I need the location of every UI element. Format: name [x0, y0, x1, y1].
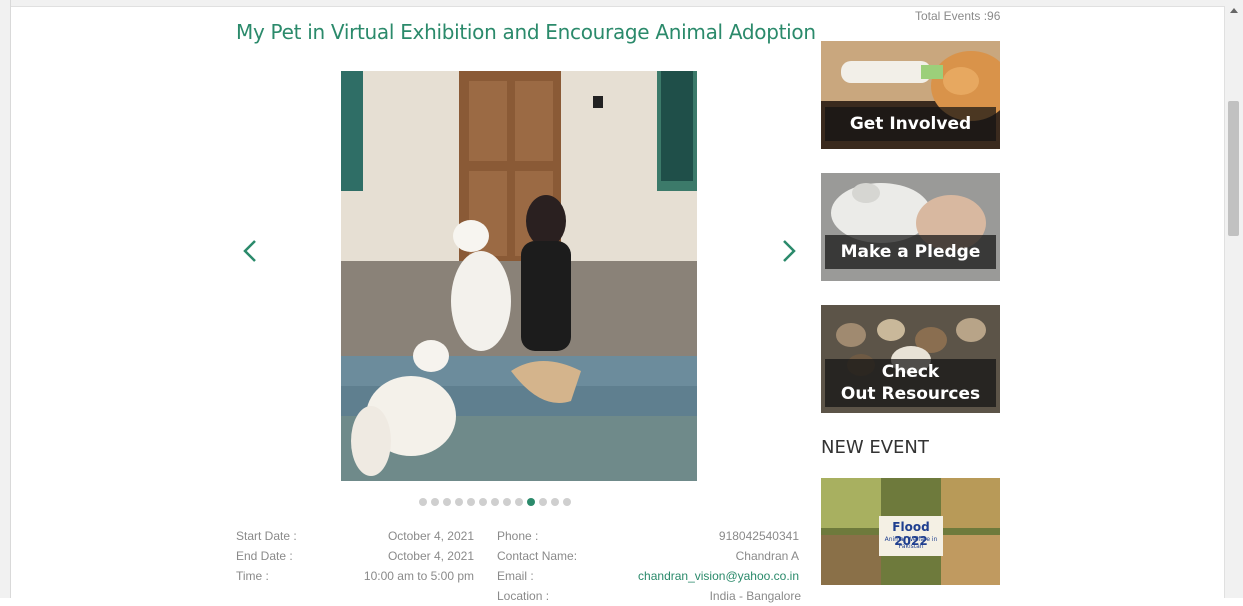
time-value: 10:00 am to 5:00 pm [363, 569, 474, 583]
carousel-prev-button[interactable] [234, 234, 268, 268]
carousel-dot[interactable] [503, 498, 511, 506]
carousel-dot[interactable] [551, 498, 559, 506]
get-involved-label: Get Involved [825, 107, 996, 141]
check-out-resources-line1: Check [881, 362, 940, 382]
start-date-value: October 4, 2021 [387, 529, 474, 543]
carousel-dot[interactable] [431, 498, 439, 506]
carousel-dot[interactable] [563, 498, 571, 506]
chevron-left-icon [243, 240, 256, 262]
check-out-resources-banner[interactable]: Check Out Resources [821, 305, 1000, 413]
end-date-label: End Date : [236, 549, 293, 563]
scroll-up-arrow-icon[interactable] [1230, 8, 1238, 13]
make-a-pledge-label: Make a Pledge [825, 235, 996, 269]
end-date-value: October 4, 2021 [387, 549, 474, 563]
browser-frame-top [0, 0, 1243, 7]
carousel-dots [419, 498, 571, 506]
check-out-resources-label: Check Out Resources [825, 359, 996, 407]
carousel-dot[interactable] [443, 498, 451, 506]
total-events-count: Total Events :96 [915, 9, 1001, 23]
carousel-dot[interactable] [455, 498, 463, 506]
phone-value: 918042540341 [718, 529, 799, 543]
new-event-heading: NEW EVENT [821, 437, 929, 458]
event-photo [341, 71, 697, 481]
location-value: India - Bangalore [709, 589, 801, 603]
email-link[interactable]: chandran_vision@yahoo.co.in [600, 566, 799, 586]
carousel-dot[interactable] [491, 498, 499, 506]
check-out-resources-line2: Out Resources [840, 384, 981, 404]
carousel-dot[interactable] [539, 498, 547, 506]
scrollbar[interactable] [1224, 6, 1243, 598]
contact-name-value: Chandran A [735, 549, 799, 563]
scroll-thumb[interactable] [1228, 101, 1239, 236]
get-involved-banner[interactable]: Get Involved [821, 41, 1000, 149]
carousel-dot[interactable] [467, 498, 475, 506]
location-label: Location : [497, 589, 550, 603]
start-date-label: Start Date : [236, 529, 297, 543]
carousel-dot[interactable] [419, 498, 427, 506]
carousel-next-button[interactable] [771, 234, 805, 268]
phone-label: Phone : [497, 529, 539, 543]
chevron-right-icon [783, 240, 796, 262]
carousel-dot[interactable] [479, 498, 487, 506]
make-a-pledge-banner[interactable]: Make a Pledge [821, 173, 1000, 281]
email-label: Email : [497, 569, 534, 583]
browser-frame-left [0, 0, 11, 598]
carousel-dot[interactable] [515, 498, 523, 506]
new-event-thumbnail[interactable]: Flood 2022 Animal Welfare in Pakistan [821, 478, 1000, 585]
page-title: My Pet in Virtual Exhibition and Encoura… [236, 20, 816, 44]
carousel-dot-active[interactable] [527, 498, 535, 506]
time-label: Time : [236, 569, 269, 583]
contact-name-label: Contact Name: [497, 549, 578, 563]
new-event-thumb-subtitle: Animal Welfare in Pakistan [884, 536, 938, 550]
